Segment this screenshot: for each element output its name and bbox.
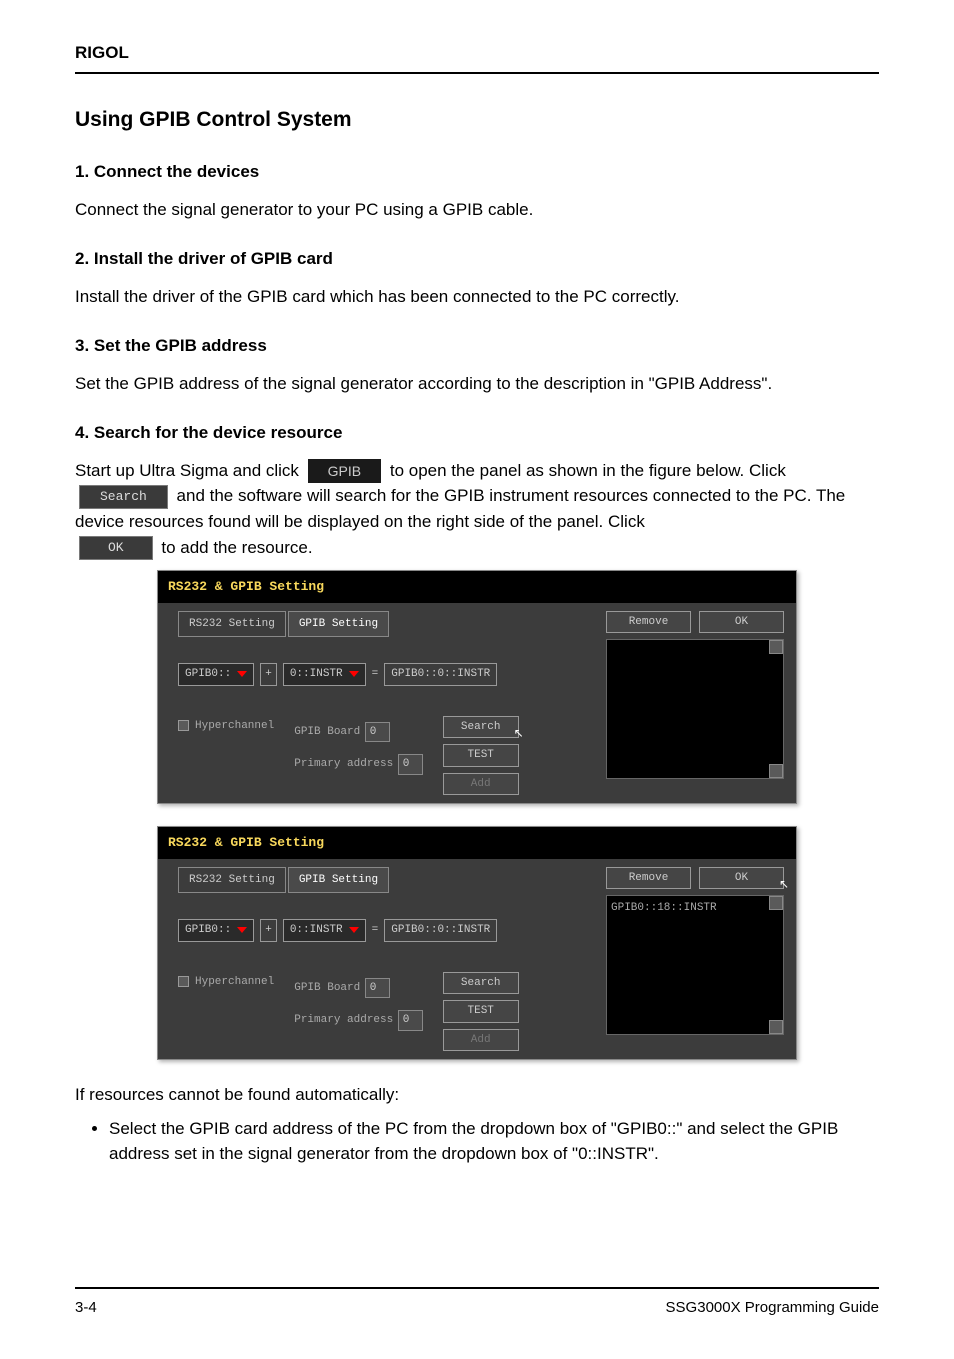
tab-rs232[interactable]: RS232 Setting (178, 611, 286, 638)
gpib-dialog-1: RS232 & GPIB Setting RS232 Setting GPIB … (157, 570, 797, 804)
search-button[interactable]: Search ↖ (443, 716, 519, 739)
add-button[interactable]: Add (443, 773, 519, 796)
gpib-board-field[interactable]: 0 (365, 722, 390, 743)
bullet-item: Select the GPIB card address of the PC f… (109, 1116, 879, 1167)
dialog-title: RS232 & GPIB Setting (158, 827, 796, 859)
step3-body: Set the GPIB address of the signal gener… (75, 371, 879, 397)
hyperchannel-checkbox[interactable] (178, 720, 189, 731)
scroll-up-icon[interactable] (769, 640, 783, 654)
page-header: RIGOL (75, 40, 879, 74)
gpib-inline-button: GPIB (308, 459, 381, 484)
chevron-down-icon (237, 927, 247, 933)
remove-button[interactable]: Remove (606, 611, 691, 634)
step2-heading: 2. Install the driver of GPIB card (75, 246, 879, 272)
chevron-down-icon (349, 671, 359, 677)
test-button[interactable]: TEST (443, 744, 519, 767)
ok-button[interactable]: OK (699, 611, 784, 634)
remove-button[interactable]: Remove (606, 867, 691, 890)
instr-dropdown[interactable]: 0::INSTR (283, 663, 366, 686)
equals-sign: = (372, 922, 379, 939)
dialog-title: RS232 & GPIB Setting (158, 571, 796, 603)
plus-button[interactable]: + (260, 663, 277, 686)
step2-body: Install the driver of the GPIB card whic… (75, 284, 879, 310)
gpib-dialog-2: RS232 & GPIB Setting RS232 Setting GPIB … (157, 826, 797, 1060)
list-item[interactable]: GPIB0::18::INSTR (611, 900, 779, 917)
equals-sign: = (372, 666, 379, 683)
board-dropdown[interactable]: GPIB0:: (178, 663, 254, 686)
test-button[interactable]: TEST (443, 1000, 519, 1023)
search-inline-button: Search (79, 485, 168, 509)
cursor-icon: ↖ (514, 725, 524, 743)
page-number: 3-4 (75, 1297, 97, 1320)
primary-addr-label: Primary address (294, 1014, 393, 1026)
scroll-down-icon[interactable] (769, 1020, 783, 1034)
primary-addr-label: Primary address (294, 758, 393, 770)
primary-addr-field[interactable]: 0 (398, 1010, 423, 1031)
tab-gpib[interactable]: GPIB Setting (288, 867, 389, 894)
hyperchannel-checkbox[interactable] (178, 976, 189, 987)
section-title: Using GPIB Control System (75, 104, 879, 136)
step4-body: Start up Ultra Sigma and click GPIB to o… (75, 458, 879, 561)
chevron-down-icon (237, 671, 247, 677)
doc-title: SSG3000X Programming Guide (666, 1297, 879, 1320)
instr-dropdown[interactable]: 0::INSTR (283, 919, 366, 942)
resource-listbox[interactable]: GPIB0::18::INSTR (606, 895, 784, 1035)
scroll-down-icon[interactable] (769, 764, 783, 778)
ok-button[interactable]: OK ↖ (699, 867, 784, 890)
gpib-board-label: GPIB Board (294, 982, 360, 994)
result-field[interactable]: GPIB0::0::INSTR (384, 663, 497, 686)
gpib-board-field[interactable]: 0 (365, 978, 390, 999)
tab-rs232[interactable]: RS232 Setting (178, 867, 286, 894)
primary-addr-field[interactable]: 0 (398, 754, 423, 775)
step4-heading: 4. Search for the device resource (75, 420, 879, 446)
notfound-heading: If resources cannot be found automatical… (75, 1082, 879, 1108)
step1-heading: 1. Connect the devices (75, 159, 879, 185)
gpib-board-label: GPIB Board (294, 726, 360, 738)
search-button[interactable]: Search (443, 972, 519, 995)
chevron-down-icon (349, 927, 359, 933)
plus-button[interactable]: + (260, 919, 277, 942)
tab-gpib[interactable]: GPIB Setting (288, 611, 389, 638)
ok-inline-button: OK (79, 536, 153, 560)
add-button[interactable]: Add (443, 1029, 519, 1052)
page-footer: 3-4 SSG3000X Programming Guide (75, 1287, 879, 1320)
result-field[interactable]: GPIB0::0::INSTR (384, 919, 497, 942)
hyperchannel-label: Hyperchannel (195, 974, 274, 991)
step1-body: Connect the signal generator to your PC … (75, 197, 879, 223)
resource-listbox[interactable] (606, 639, 784, 779)
cursor-icon: ↖ (779, 876, 789, 894)
board-dropdown[interactable]: GPIB0:: (178, 919, 254, 942)
step3-heading: 3. Set the GPIB address (75, 333, 879, 359)
hyperchannel-label: Hyperchannel (195, 718, 274, 735)
brand: RIGOL (75, 43, 129, 62)
scroll-up-icon[interactable] (769, 896, 783, 910)
